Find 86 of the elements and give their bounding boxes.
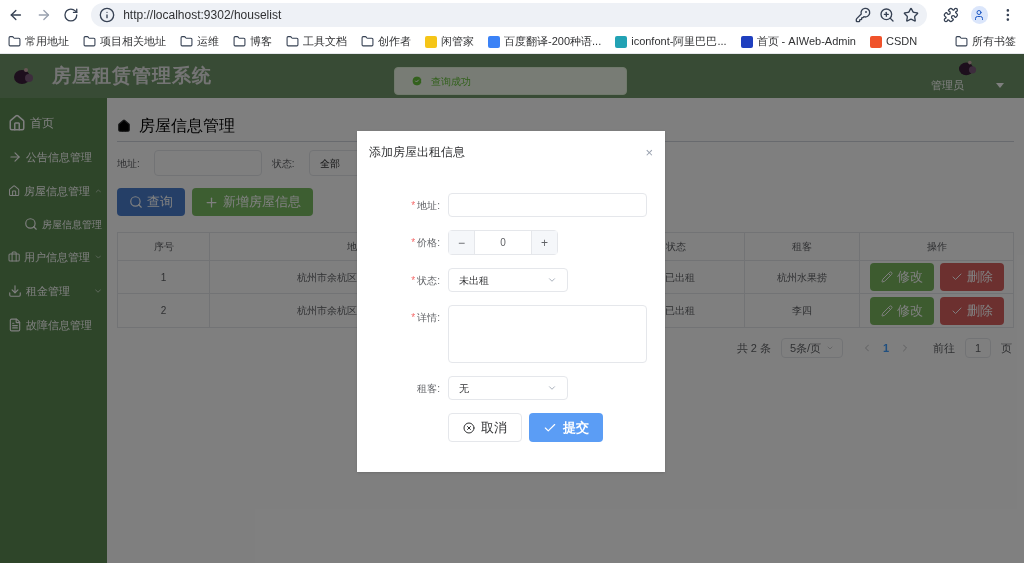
required-mark: * [411,310,416,325]
zoom-icon[interactable] [878,7,895,23]
logo-icon [12,66,36,86]
folder-icon [233,35,246,48]
bookmark[interactable]: 项目相关地址 [83,33,166,50]
folder-icon [361,35,374,48]
page-unit: 页 [1001,340,1012,356]
filter-label: 地址: [117,156,140,171]
bookmark[interactable]: 所有书签 [955,33,1016,50]
goto-label: 前往 [933,340,955,356]
bookmark[interactable]: 运维 [180,33,219,50]
home-icon [8,114,26,132]
address-bar[interactable]: http://localhost:9302/houselist [91,3,927,27]
search-icon [129,195,143,209]
folder-icon [83,35,96,48]
page-size-select[interactable]: 5条/页 [780,338,843,358]
plus-icon [204,194,219,210]
minus-button[interactable]: − [449,231,475,254]
back-icon[interactable] [8,7,24,23]
folder-icon [180,35,193,48]
bookmark[interactable]: 百度翻译-200种语... [488,33,602,50]
table-cell-text: 1 [160,270,167,285]
briefcase-icon [8,250,21,264]
reload-icon[interactable] [63,7,80,23]
folder-icon [8,35,21,48]
price-input[interactable]: − 0 + [448,230,558,255]
table-cell-text: 2 [160,304,167,318]
extensions-icon[interactable] [942,7,959,23]
bookmark[interactable]: 闲管家 [425,33,474,50]
document-icon [8,318,22,332]
edit-icon [880,304,893,317]
required-mark: * [411,235,416,250]
logo-icon [956,58,979,77]
table-cell-text: 李四 [792,304,812,318]
required-mark: * [411,198,416,213]
page-input[interactable]: 1 [965,338,991,358]
chevron-icon [547,275,557,285]
bookmark[interactable]: 工具文档 [286,33,347,50]
bookmark[interactable]: 博客 [233,33,272,50]
column-header: 操作 [926,240,947,254]
table-cell-text: 杭州市余杭区 [297,270,357,285]
field-label: 租客: [417,381,440,396]
filter-label: 状态: [271,156,295,171]
success-toast: 查询成功 [394,67,627,95]
edit-icon [880,271,893,283]
bookmark[interactable]: CSDN [870,33,918,50]
star-icon[interactable] [902,7,919,23]
profile-avatar[interactable] [970,6,989,24]
folder-icon [286,35,299,48]
folder-icon [955,35,968,48]
bookmark[interactable]: iconfont-阿里巴巴... [615,33,727,50]
search-icon [24,217,38,231]
dialog-title: 添加房屋出租信息 [369,144,465,161]
select-field[interactable]: 无 [448,376,568,400]
key-icon[interactable] [854,7,871,23]
column-header: 租客 [792,240,812,254]
home-icon [117,118,131,133]
cancel-icon [463,421,475,434]
home-icon [8,184,21,198]
required-mark: * [411,273,416,288]
download-icon [8,284,22,298]
bookmark[interactable]: 常用地址 [8,33,69,50]
select-field[interactable]: 未出租 [448,268,568,292]
chevron-icon [547,383,557,393]
bookmark[interactable]: 创作者 [361,33,411,50]
table-cell-text: 杭州市余杭区 [297,304,357,318]
address-input[interactable] [448,193,647,217]
column-header: 序号 [153,240,174,254]
table-cell-text: 已出租 [665,270,695,285]
field-label: 地址: [417,198,440,213]
field-label: 状态: [417,273,440,288]
app-title: 房屋租赁管理系统 [52,63,212,88]
field-label: 价格: [417,235,440,250]
check-icon [950,271,963,283]
page-title: 房屋信息管理 [139,115,235,136]
table-cell-text: 杭州水果捞 [777,270,827,285]
field-label: 详情: [417,310,440,325]
bookmark[interactable]: 首页 - AIWeb-Admin [740,33,856,50]
info-icon[interactable] [99,7,116,23]
column-header: 状态 [666,240,686,254]
total-count: 共 2 条 [736,340,771,356]
column-header: 地 [347,240,357,254]
cancel-button[interactable]: 取消 [448,413,522,442]
check-circle-icon [411,75,423,87]
plus-button[interactable]: + [531,231,557,254]
table-cell-text: 已出租 [665,304,695,318]
